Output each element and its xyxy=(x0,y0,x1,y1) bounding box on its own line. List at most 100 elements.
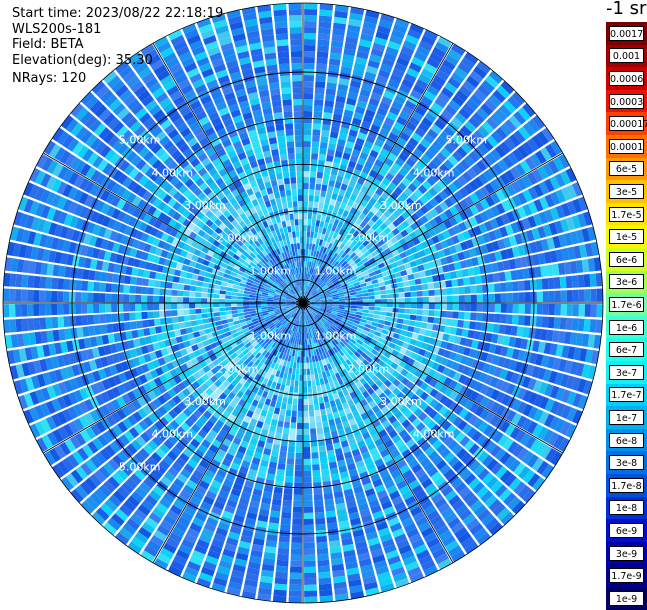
data-cell xyxy=(308,201,313,207)
data-cell xyxy=(298,345,300,351)
data-cell xyxy=(213,299,219,303)
data-cell xyxy=(289,434,295,440)
data-cell xyxy=(195,303,201,308)
data-cell xyxy=(416,309,422,315)
data-cell xyxy=(298,399,303,405)
data-cell xyxy=(306,363,309,369)
data-cell xyxy=(21,275,28,288)
data-cell xyxy=(419,271,426,278)
data-cell xyxy=(561,304,567,316)
data-cell xyxy=(312,135,320,142)
data-cell xyxy=(275,578,288,585)
data-cell xyxy=(374,311,380,315)
data-cell xyxy=(130,276,137,284)
data-cell xyxy=(303,249,305,255)
data-cell xyxy=(321,415,327,422)
data-cell xyxy=(51,278,58,289)
data-cell xyxy=(288,446,295,452)
data-cell xyxy=(304,465,311,471)
data-cell xyxy=(82,326,89,336)
data-cell xyxy=(289,579,302,585)
data-cell xyxy=(409,280,416,286)
data-cell xyxy=(375,295,381,299)
data-cell xyxy=(249,298,255,301)
data-cell xyxy=(429,304,435,310)
data-cell xyxy=(213,308,219,312)
data-cell xyxy=(584,319,591,332)
data-cell xyxy=(274,584,287,591)
data-cell xyxy=(312,141,320,148)
data-cell xyxy=(277,463,285,470)
data-cell xyxy=(290,567,302,573)
data-cell xyxy=(231,310,237,314)
data-cell xyxy=(543,291,549,302)
data-cell xyxy=(310,422,316,428)
data-cell xyxy=(75,304,81,314)
data-cell xyxy=(494,283,501,292)
data-cell xyxy=(506,282,513,292)
data-cell xyxy=(304,81,314,87)
data-cell xyxy=(308,399,313,405)
data-cell xyxy=(318,572,331,579)
data-cell xyxy=(548,278,555,289)
data-cell xyxy=(33,276,40,288)
data-cell xyxy=(149,327,156,335)
data-cell xyxy=(319,154,326,161)
data-cell xyxy=(402,275,409,281)
data-cell xyxy=(548,317,555,328)
data-cell xyxy=(255,298,261,300)
data-cell xyxy=(519,292,525,302)
data-cell xyxy=(446,288,452,295)
data-cell xyxy=(345,301,351,303)
data-cell xyxy=(291,416,297,422)
data-cell xyxy=(282,506,292,513)
data-cell xyxy=(321,469,329,476)
data-cell xyxy=(238,313,244,317)
data-cell xyxy=(513,304,519,314)
data-cell xyxy=(27,304,33,316)
data-cell xyxy=(303,213,307,219)
data-cell xyxy=(298,393,302,399)
data-cell xyxy=(351,300,357,302)
data-cell xyxy=(21,289,27,302)
data-cell xyxy=(426,276,433,283)
data-cell xyxy=(295,381,299,387)
data-cell xyxy=(476,313,483,321)
data-cell xyxy=(579,304,585,317)
data-cell xyxy=(432,324,439,331)
data-cell xyxy=(243,309,249,312)
data-cell xyxy=(184,315,191,321)
data-cell xyxy=(411,297,417,302)
data-cell xyxy=(356,294,362,297)
data-cell xyxy=(237,296,243,299)
data-cell xyxy=(500,282,507,291)
data-cell xyxy=(321,185,327,192)
data-cell xyxy=(88,270,95,280)
data-cell xyxy=(290,380,294,386)
data-cell xyxy=(310,368,314,374)
data-cell xyxy=(141,287,148,295)
data-cell xyxy=(313,123,321,130)
data-cell xyxy=(249,306,255,309)
data-cell xyxy=(33,318,40,330)
data-cell xyxy=(9,273,16,286)
data-cell xyxy=(513,293,519,303)
data-cell xyxy=(317,166,324,173)
data-cell xyxy=(524,316,531,326)
data-cell xyxy=(286,470,294,477)
data-cell xyxy=(304,543,315,549)
data-cell xyxy=(555,304,561,315)
data-cell xyxy=(219,299,225,303)
data-cell xyxy=(243,300,249,303)
data-cell xyxy=(314,99,323,106)
data-cell xyxy=(288,597,301,603)
data-cell xyxy=(561,290,567,302)
data-cell xyxy=(304,459,311,465)
data-cell xyxy=(516,326,523,336)
data-cell xyxy=(537,291,543,302)
data-cell xyxy=(387,299,393,303)
data-cell xyxy=(357,303,363,306)
data-cell xyxy=(381,307,387,311)
data-cell xyxy=(255,305,261,307)
data-cell xyxy=(304,525,314,531)
